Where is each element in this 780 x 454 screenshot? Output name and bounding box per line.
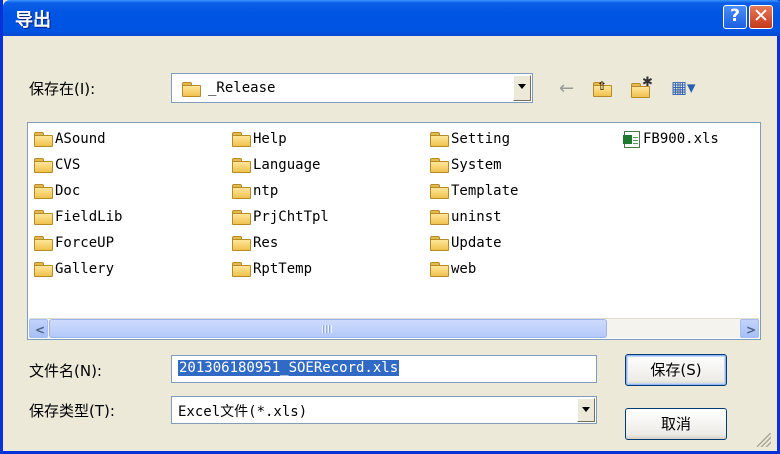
scroll-left-button[interactable]: < bbox=[29, 319, 48, 338]
folder-name: Language bbox=[253, 157, 321, 173]
save-in-label: 保存在(I): bbox=[29, 80, 96, 98]
save-button[interactable]: 保存(S) bbox=[625, 354, 727, 386]
folder-icon bbox=[232, 210, 251, 225]
resize-grip-icon[interactable] bbox=[757, 433, 771, 447]
list-item[interactable]: PrjChtTpl bbox=[232, 207, 329, 227]
export-dialog: 导出 ? ✕ 保存在(I): _Release ← ⇧ ✱ ▦▾ ASound C… bbox=[0, 0, 780, 454]
folder-icon bbox=[34, 210, 53, 225]
folder-icon bbox=[182, 82, 201, 97]
list-item[interactable]: ntp bbox=[232, 181, 278, 201]
chevron-left-icon: < bbox=[35, 323, 46, 337]
folder-icon bbox=[232, 236, 251, 251]
save-in-combo[interactable]: _Release bbox=[171, 73, 533, 103]
close-button[interactable]: ✕ bbox=[749, 5, 773, 29]
folder-icon bbox=[34, 236, 53, 251]
folder-name: Update bbox=[451, 235, 502, 251]
scrollbar-thumb[interactable] bbox=[49, 319, 607, 338]
folder-name: Doc bbox=[55, 183, 81, 199]
list-item[interactable]: FieldLib bbox=[34, 207, 122, 227]
folder-name: PrjChtTpl bbox=[253, 209, 329, 225]
dialog-title: 导出 bbox=[15, 10, 51, 31]
folder-name: ntp bbox=[253, 183, 279, 199]
folder-icon bbox=[34, 262, 53, 277]
sparkle-icon: ✱ bbox=[642, 75, 653, 90]
list-item[interactable]: Template bbox=[430, 181, 518, 201]
list-item[interactable]: System bbox=[430, 155, 502, 175]
excel-file-icon bbox=[623, 130, 640, 148]
title-bar[interactable]: 导出 ? ✕ bbox=[3, 0, 780, 36]
scroll-right-button[interactable]: > bbox=[740, 319, 759, 338]
folder-name: ForceUP bbox=[55, 235, 115, 251]
filetype-value: Excel文件(*.xls) bbox=[178, 404, 308, 420]
folder-icon bbox=[232, 132, 251, 147]
help-button[interactable]: ? bbox=[723, 5, 747, 29]
chevron-down-icon[interactable] bbox=[513, 75, 531, 101]
folder-icon bbox=[232, 262, 251, 277]
folder-icon bbox=[430, 210, 449, 225]
folder-name: uninst bbox=[451, 209, 502, 225]
list-item[interactable]: Update bbox=[430, 233, 502, 253]
folder-name: System bbox=[451, 157, 502, 173]
folder-name: web bbox=[451, 261, 477, 277]
view-menu-icon[interactable]: ▦▾ bbox=[671, 78, 696, 98]
filetype-select[interactable]: Excel文件(*.xls) bbox=[171, 396, 597, 424]
filetype-label: 保存类型(T): bbox=[29, 402, 115, 420]
horizontal-scrollbar[interactable]: < > bbox=[29, 318, 759, 338]
filename-field[interactable]: 201306180951_SOERecord.xls bbox=[171, 355, 597, 383]
list-item[interactable]: RptTemp bbox=[232, 259, 312, 279]
back-icon[interactable]: ← bbox=[559, 78, 574, 99]
list-item[interactable]: Setting bbox=[430, 129, 510, 149]
folder-icon bbox=[34, 158, 53, 173]
list-item[interactable]: web bbox=[430, 259, 476, 279]
folder-name: Template bbox=[451, 183, 519, 199]
up-arrow-icon: ⇧ bbox=[597, 79, 608, 93]
folder-name: Gallery bbox=[55, 261, 115, 277]
list-item[interactable]: Help bbox=[232, 129, 287, 149]
folder-icon bbox=[430, 236, 449, 251]
folder-name: RptTemp bbox=[253, 261, 313, 277]
chevron-right-icon: > bbox=[746, 323, 757, 337]
grip-icon bbox=[322, 325, 332, 333]
list-item[interactable]: FB900.xls bbox=[623, 129, 719, 149]
list-item[interactable]: Gallery bbox=[34, 259, 114, 279]
folder-icon bbox=[34, 132, 53, 147]
list-item[interactable]: ASound bbox=[34, 129, 106, 149]
folder-icon bbox=[232, 158, 251, 173]
folder-name: FieldLib bbox=[55, 209, 123, 225]
folder-icon bbox=[430, 184, 449, 199]
list-item[interactable]: Doc bbox=[34, 181, 80, 201]
folder-icon bbox=[430, 262, 449, 277]
folder-icon bbox=[430, 158, 449, 173]
file-name: FB900.xls bbox=[643, 131, 719, 147]
list-item[interactable]: Language bbox=[232, 155, 320, 175]
list-item[interactable]: uninst bbox=[430, 207, 502, 227]
folder-name: Help bbox=[253, 131, 287, 147]
list-item[interactable]: Res bbox=[232, 233, 278, 253]
folder-icon bbox=[430, 132, 449, 147]
list-item[interactable]: CVS bbox=[34, 155, 80, 175]
filename-value: 201306180951_SOERecord.xls bbox=[178, 360, 400, 376]
folder-name: Res bbox=[253, 235, 279, 251]
folder-icon bbox=[232, 184, 251, 199]
chevron-down-icon[interactable] bbox=[577, 398, 595, 422]
list-item[interactable]: ForceUP bbox=[34, 233, 114, 253]
file-list[interactable]: ASound CVS Doc FieldLib ForceUP Gallery Help La… bbox=[27, 122, 761, 340]
save-in-value: _Release bbox=[208, 80, 276, 96]
folder-name: CVS bbox=[55, 157, 81, 173]
cancel-button[interactable]: 取消 bbox=[625, 408, 727, 440]
folder-name: ASound bbox=[55, 131, 106, 147]
folder-name: Setting bbox=[451, 131, 511, 147]
filename-label: 文件名(N): bbox=[29, 362, 102, 380]
folder-icon bbox=[34, 184, 53, 199]
